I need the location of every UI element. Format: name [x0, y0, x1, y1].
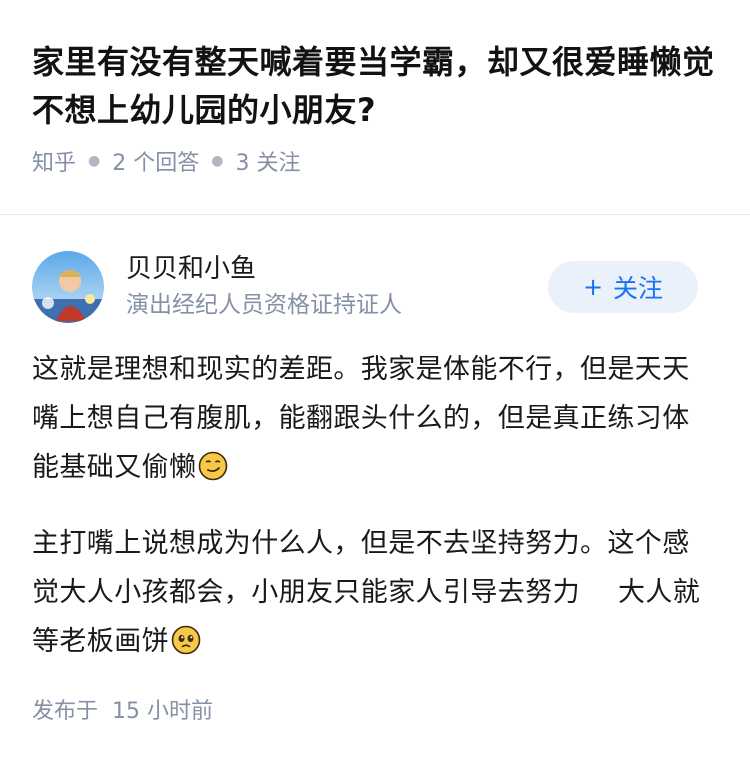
- answer-card: 贝贝和小鱼 演出经纪人员资格证持证人 + 关注 这就是理想和现实的差距。我家是体…: [0, 215, 750, 725]
- question-header: 家里有没有整天喊着要当学霸，却又很爱睡懒觉不想上幼儿园的小朋友? 知乎 ● 2 …: [0, 0, 750, 178]
- follow-button[interactable]: + 关注: [548, 261, 698, 313]
- answer-content[interactable]: 这就是理想和现实的差距。我家是体能不行，但是天天嘴上想自己有腹肌，能翻跟头什么的…: [32, 345, 716, 666]
- paragraph-text: 主打嘴上说想成为什么人，但是不去坚持努力。这个感觉大人小孩都会，小朋友只能家人引…: [32, 528, 690, 608]
- avatar[interactable]: [32, 251, 104, 323]
- author-credential: 演出经纪人员资格证持证人: [126, 292, 402, 318]
- follow-label: 关注: [613, 274, 664, 303]
- paragraph-text: 这就是理想和现实的差距。我家是体能不行，但是天天嘴上想自己有腹肌，能翻跟头什么的…: [32, 354, 690, 483]
- source-label[interactable]: 知乎: [32, 145, 76, 177]
- separator-dot: ●: [88, 153, 101, 169]
- question-title[interactable]: 家里有没有整天喊着要当学霸，却又很爱睡懒觉不想上幼儿园的小朋友?: [32, 38, 716, 134]
- answer-paragraph: 这就是理想和现实的差距。我家是体能不行，但是天天嘴上想自己有腹肌，能翻跟头什么的…: [32, 345, 716, 492]
- plus-icon: +: [582, 273, 604, 301]
- separator-dot: ●: [211, 153, 224, 169]
- answers-count[interactable]: 2 个回答: [112, 145, 199, 177]
- author-row: 贝贝和小鱼 演出经纪人员资格证持证人 + 关注: [32, 249, 716, 325]
- published-time: 15 小时前: [112, 699, 214, 724]
- question-meta: 知乎 ● 2 个回答 ● 3 关注: [32, 144, 716, 178]
- answer-footer: 发布于 15 小时前: [32, 693, 716, 725]
- answer-paragraph: 主打嘴上说想成为什么人，但是不去坚持努力。这个感觉大人小孩都会，小朋友只能家人引…: [32, 519, 716, 666]
- published-label: 发布于: [32, 699, 99, 724]
- smirk-emoji-icon: [199, 451, 228, 481]
- author-name[interactable]: 贝贝和小鱼: [126, 252, 548, 286]
- pleading-emoji-icon: [171, 625, 201, 655]
- follows-count[interactable]: 3 关注: [235, 145, 300, 177]
- avatar-image: [32, 251, 104, 323]
- author-info: 贝贝和小鱼 演出经纪人员资格证持证人: [126, 252, 548, 322]
